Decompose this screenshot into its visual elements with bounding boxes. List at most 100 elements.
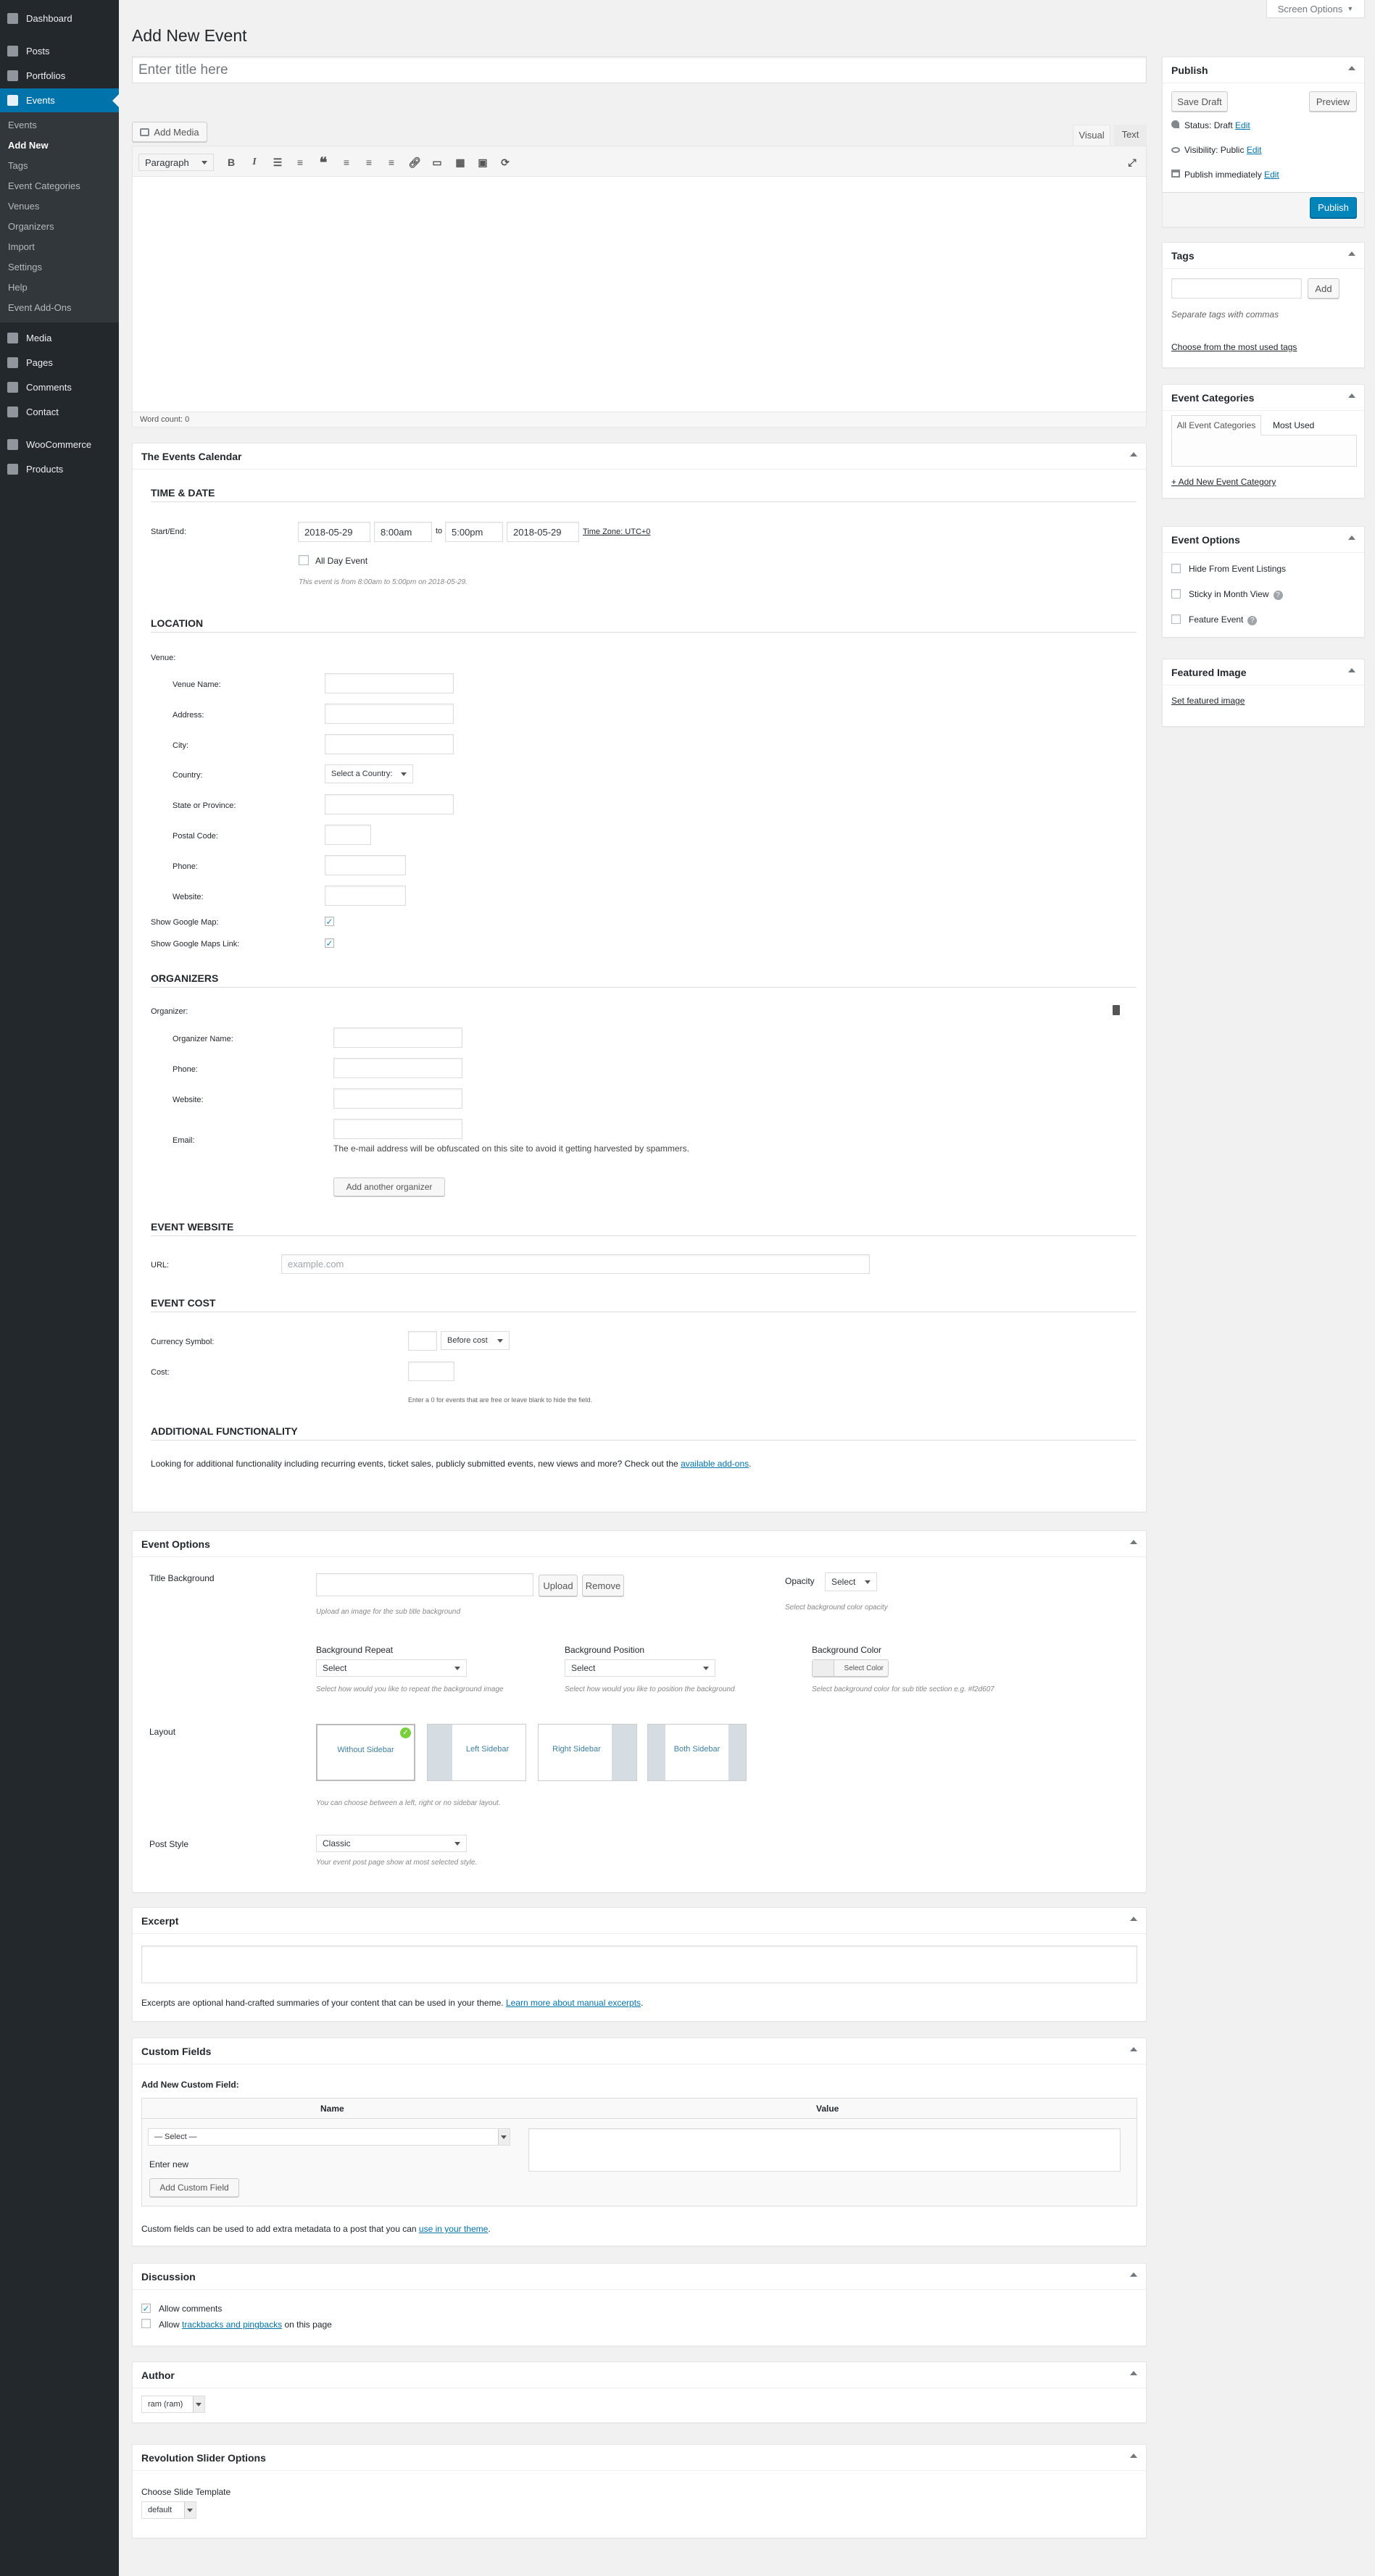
bg-position-select[interactable]: Select bbox=[565, 1659, 715, 1677]
format-select[interactable]: Paragraph bbox=[138, 154, 214, 171]
toggle-arrow-icon[interactable] bbox=[1130, 2047, 1137, 2051]
editor-content-area[interactable] bbox=[133, 177, 1146, 412]
show-map-link-checkbox[interactable]: ✓ bbox=[325, 938, 334, 948]
submenu-import[interactable]: Import bbox=[8, 241, 35, 252]
featured-image-header[interactable]: Featured Image bbox=[1163, 659, 1364, 685]
currency-symbol-input[interactable] bbox=[408, 1331, 437, 1351]
layout-left-sidebar[interactable]: Left Sidebar bbox=[427, 1724, 526, 1781]
align-right-icon[interactable]: ≡ bbox=[383, 154, 399, 170]
organizer-website-input[interactable] bbox=[333, 1088, 462, 1109]
fullscreen-icon[interactable]: ⤢ bbox=[1124, 154, 1140, 170]
read-more-icon[interactable]: ▭ bbox=[429, 154, 445, 170]
tab-all-categories[interactable]: All Event Categories bbox=[1171, 415, 1261, 435]
cost-input[interactable] bbox=[408, 1362, 454, 1381]
toggle-arrow-icon[interactable] bbox=[1348, 535, 1355, 540]
country-select[interactable]: Select a Country: bbox=[325, 764, 413, 783]
menu-woocommerce[interactable]: WooCommerce bbox=[0, 433, 119, 457]
organizer-email-input[interactable] bbox=[333, 1119, 462, 1139]
title-background-input[interactable] bbox=[316, 1573, 533, 1596]
table-icon[interactable]: ▦ bbox=[452, 154, 468, 170]
publish-button[interactable]: Publish bbox=[1310, 197, 1357, 218]
preview-button[interactable]: Preview bbox=[1309, 91, 1357, 112]
menu-portfolios[interactable]: Portfolios bbox=[0, 64, 119, 88]
toggle-arrow-icon[interactable] bbox=[1130, 452, 1137, 457]
toggle-arrow-icon[interactable] bbox=[1130, 2272, 1137, 2277]
event-options-header[interactable]: Event Options bbox=[133, 1531, 1146, 1557]
bg-repeat-select[interactable]: Select bbox=[316, 1659, 467, 1677]
feature-event-checkbox[interactable] bbox=[1171, 614, 1181, 624]
help-icon[interactable]: ? bbox=[1273, 591, 1283, 600]
custom-field-value-textarea[interactable] bbox=[528, 2128, 1121, 2172]
excerpt-textarea[interactable] bbox=[141, 1946, 1137, 1983]
submenu-organizers[interactable]: Organizers bbox=[8, 221, 54, 232]
timezone-link[interactable]: Time Zone: UTC+0 bbox=[583, 528, 650, 536]
menu-comments[interactable]: Comments bbox=[0, 375, 119, 399]
italic-icon[interactable]: I bbox=[246, 154, 262, 170]
menu-pages[interactable]: Pages bbox=[0, 351, 119, 375]
remove-button[interactable]: Remove bbox=[582, 1575, 624, 1596]
layout-both-sidebar[interactable]: Both Sidebar bbox=[647, 1724, 747, 1781]
venue-phone-input[interactable] bbox=[325, 855, 406, 875]
allow-comments-checkbox[interactable]: ✓ bbox=[141, 2304, 151, 2313]
start-time-input[interactable]: 8:00am bbox=[374, 522, 432, 542]
tags-input[interactable] bbox=[1171, 278, 1302, 299]
event-categories-header[interactable]: Event Categories bbox=[1163, 385, 1364, 411]
add-custom-field-button[interactable]: Add Custom Field bbox=[149, 2178, 239, 2197]
select-color-button[interactable]: Select Color bbox=[812, 1659, 889, 1677]
add-new-category-link[interactable]: + Add New Event Category bbox=[1171, 477, 1276, 487]
publish-header[interactable]: Publish bbox=[1163, 57, 1364, 83]
menu-posts[interactable]: Posts bbox=[0, 39, 119, 63]
help-icon[interactable]: ? bbox=[1247, 616, 1258, 625]
use-in-theme-link[interactable]: use in your theme bbox=[419, 2224, 488, 2234]
events-calendar-header[interactable]: The Events Calendar bbox=[133, 443, 1146, 470]
revolution-slider-header[interactable]: Revolution Slider Options bbox=[133, 2445, 1146, 2471]
categories-list[interactable] bbox=[1171, 435, 1357, 467]
blockquote-icon[interactable]: ❝ bbox=[315, 154, 331, 171]
post-style-select[interactable]: Classic bbox=[316, 1835, 467, 1852]
submenu-help[interactable]: Help bbox=[8, 282, 28, 293]
schedule-edit-link[interactable]: Edit bbox=[1264, 170, 1279, 180]
trackbacks-link[interactable]: trackbacks and pingbacks bbox=[182, 2319, 282, 2330]
all-day-checkbox[interactable] bbox=[299, 555, 309, 565]
revolution-slider-icon[interactable]: ⟳ bbox=[497, 154, 513, 170]
toggle-arrow-icon[interactable] bbox=[1348, 251, 1355, 256]
submenu-event-addons[interactable]: Event Add-Ons bbox=[8, 302, 71, 313]
tags-header[interactable]: Tags bbox=[1163, 243, 1364, 269]
tab-text[interactable]: Text bbox=[1114, 125, 1147, 146]
submenu-tags[interactable]: Tags bbox=[8, 160, 28, 171]
toggle-arrow-icon[interactable] bbox=[1130, 2371, 1137, 2375]
hide-from-listings-checkbox[interactable] bbox=[1171, 564, 1181, 573]
organizer-phone-input[interactable] bbox=[333, 1058, 462, 1078]
align-center-icon[interactable]: ≡ bbox=[361, 154, 377, 170]
organizer-name-input[interactable] bbox=[333, 1028, 462, 1048]
menu-products[interactable]: Products bbox=[0, 457, 119, 481]
slider-icon[interactable]: ▣ bbox=[475, 154, 491, 170]
toggle-arrow-icon[interactable] bbox=[1348, 66, 1355, 70]
menu-media[interactable]: Media bbox=[0, 326, 119, 350]
toggle-arrow-icon[interactable] bbox=[1348, 393, 1355, 398]
toggle-arrow-icon[interactable] bbox=[1130, 2454, 1137, 2458]
choose-tags-link[interactable]: Choose from the most used tags bbox=[1171, 342, 1297, 352]
start-date-input[interactable]: 2018-05-29 bbox=[298, 522, 370, 542]
show-map-checkbox[interactable]: ✓ bbox=[325, 917, 334, 926]
discussion-header[interactable]: Discussion bbox=[133, 2264, 1146, 2290]
enter-new-link[interactable]: Enter new bbox=[149, 2159, 188, 2169]
layout-right-sidebar[interactable]: Right Sidebar bbox=[538, 1724, 637, 1781]
excerpt-header[interactable]: Excerpt bbox=[133, 1908, 1146, 1934]
submenu-add-new[interactable]: Add New bbox=[8, 140, 49, 151]
add-organizer-button[interactable]: Add another organizer bbox=[333, 1177, 445, 1196]
menu-events[interactable]: Events bbox=[0, 88, 119, 112]
numbered-list-icon[interactable]: ≡ bbox=[292, 154, 308, 170]
address-input[interactable] bbox=[325, 704, 454, 724]
save-draft-button[interactable]: Save Draft bbox=[1171, 91, 1228, 112]
trash-icon[interactable] bbox=[1113, 1005, 1120, 1015]
add-tag-button[interactable]: Add bbox=[1308, 278, 1339, 299]
url-input[interactable]: example.com bbox=[281, 1254, 870, 1274]
venue-website-input[interactable] bbox=[325, 885, 406, 906]
sticky-month-view-checkbox[interactable] bbox=[1171, 589, 1181, 599]
add-media-button[interactable]: Add Media bbox=[132, 122, 207, 142]
currency-position-select[interactable]: Before cost bbox=[441, 1331, 510, 1350]
available-addons-link[interactable]: available add-ons bbox=[681, 1459, 749, 1469]
excerpt-learn-more-link[interactable]: Learn more about manual excerpts bbox=[506, 1998, 641, 2008]
toggle-arrow-icon[interactable] bbox=[1130, 1917, 1137, 1921]
